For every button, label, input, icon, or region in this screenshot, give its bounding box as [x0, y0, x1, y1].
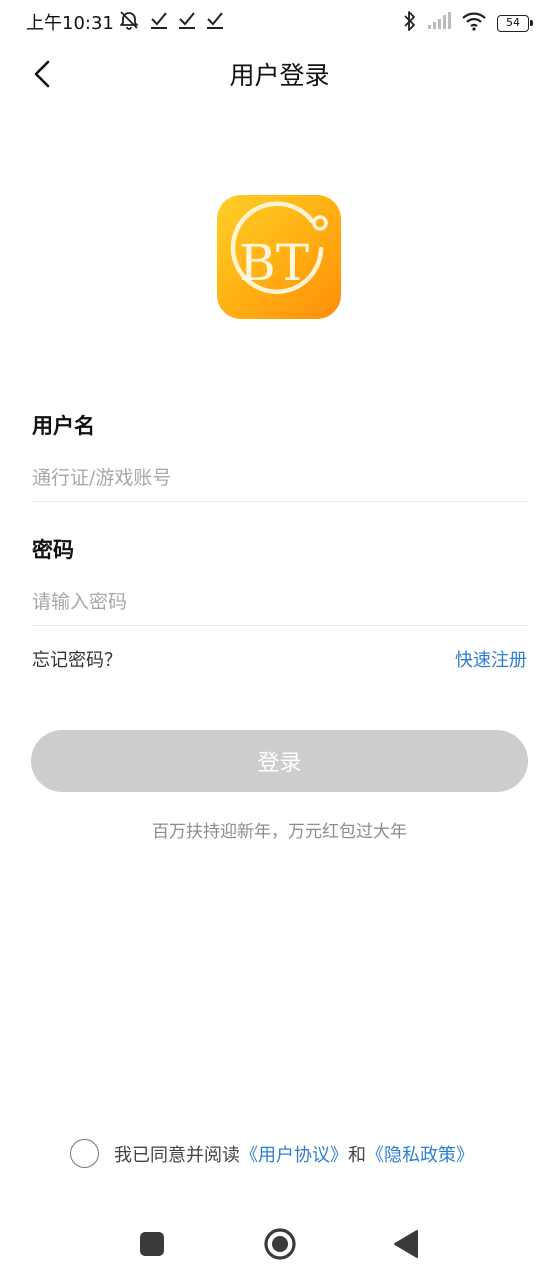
agreement-prefix: 我已同意并阅读	[114, 1144, 240, 1166]
agreement-row: 我已同意并阅读 《用户协议》 和 《隐私政策》	[70, 1139, 474, 1168]
bluetooth-icon	[403, 10, 417, 36]
status-bar: 上午10:31 54	[0, 0, 559, 42]
system-nav-bar	[0, 1212, 559, 1280]
quick-register-link[interactable]: 快速注册	[455, 646, 527, 672]
check-icon	[150, 9, 168, 31]
back-icon[interactable]	[393, 1229, 419, 1259]
login-screen: 上午10:31 54 用户登录 BT 用户名 通行证/游戏账号 密码 忘记密码？…	[0, 0, 559, 1280]
alarm-off-icon	[118, 9, 140, 31]
page-title: 用户登录	[229, 61, 330, 90]
logo-text: BT	[239, 234, 309, 292]
username-label: 用户名	[32, 414, 95, 438]
login-button[interactable]: 登录	[31, 730, 528, 792]
password-label: 密码	[32, 538, 74, 562]
status-left-icons	[118, 9, 224, 31]
username-input[interactable]	[32, 454, 528, 502]
battery-icon: 54	[497, 14, 533, 32]
user-agreement-link[interactable]: 《用户协议》	[240, 1141, 348, 1167]
agreement-and: 和	[348, 1144, 366, 1166]
home-icon[interactable]	[263, 1227, 297, 1261]
privacy-policy-link[interactable]: 《隐私政策》	[366, 1141, 474, 1167]
recent-apps-icon[interactable]	[140, 1232, 164, 1256]
password-input[interactable]	[32, 578, 528, 626]
check-icon	[206, 9, 224, 31]
forgot-password-link[interactable]: 忘记密码？	[32, 646, 122, 672]
status-time: 上午10:31	[26, 13, 114, 34]
status-right-icons: 54	[403, 10, 533, 36]
check-icon	[178, 9, 196, 31]
promo-text: 百万扶持迎新年，万元红包过大年	[152, 822, 407, 842]
app-logo: BT	[217, 195, 341, 319]
signal-icon	[427, 11, 451, 35]
wifi-icon	[461, 11, 487, 35]
agreement-checkbox[interactable]	[70, 1139, 99, 1168]
